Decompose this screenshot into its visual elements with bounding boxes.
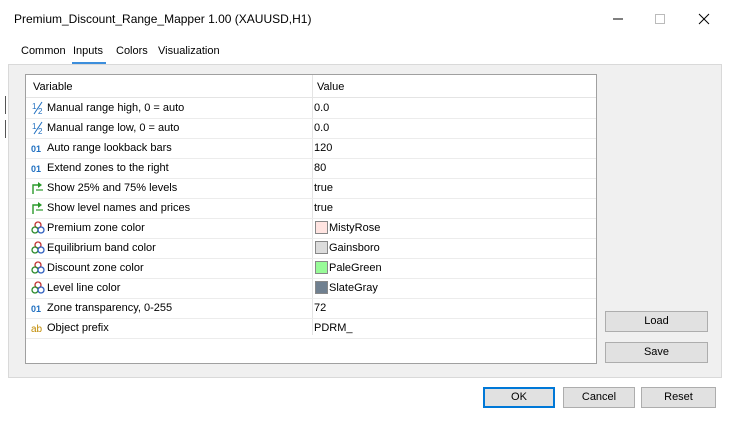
table-row[interactable]: Premium zone color MistyRose [26, 218, 596, 239]
svg-text:1: 1 [32, 102, 37, 111]
tab-bar: Common Inputs Colors Visualization [0, 38, 729, 64]
color-palette-icon [31, 261, 45, 275]
ok-button[interactable]: OK [483, 387, 555, 408]
column-header-value[interactable]: Value [317, 81, 344, 93]
color-swatch[interactable] [315, 261, 328, 274]
column-header-variable[interactable]: Variable [33, 81, 73, 93]
variable-value[interactable]: 72 [314, 302, 326, 314]
tab-common[interactable]: Common [21, 45, 66, 57]
variable-name: Object prefix [47, 322, 109, 334]
minimize-icon [613, 18, 623, 20]
variable-value[interactable]: Gainsboro [329, 242, 380, 254]
cancel-button[interactable]: Cancel [563, 387, 635, 408]
variable-value[interactable]: PaleGreen [329, 262, 382, 274]
svg-text:2: 2 [38, 127, 43, 135]
fraction-icon: 12 [31, 121, 45, 136]
variable-name: Level line color [47, 282, 121, 294]
table-row[interactable]: Equilibrium band color Gainsboro [26, 238, 596, 259]
title-bar: Premium_Discount_Range_Mapper 1.00 (XAUU… [0, 0, 729, 38]
variable-name: Equilibrium band color [47, 242, 156, 254]
integer-icon: 01 [31, 141, 45, 155]
color-palette-icon [31, 281, 45, 295]
variable-value[interactable]: MistyRose [329, 222, 380, 234]
table-header: Variable Value [26, 75, 596, 98]
minimize-button[interactable] [603, 6, 633, 32]
edge-marker [5, 96, 6, 114]
window-title: Premium_Discount_Range_Mapper 1.00 (XAUU… [14, 12, 312, 26]
variable-name: Premium zone color [47, 222, 145, 234]
variable-name: Extend zones to the right [47, 162, 169, 174]
variable-value[interactable]: 80 [314, 162, 326, 174]
svg-text:ab: ab [31, 324, 43, 335]
inputs-table[interactable]: Variable Value 1 2 Manual range high, 0 = … [25, 74, 597, 364]
table-row[interactable]: Level line color SlateGray [26, 278, 596, 299]
svg-text:01: 01 [31, 304, 41, 314]
variable-name: Auto range lookback bars [47, 142, 172, 154]
table-row[interactable]: Discount zone color PaleGreen [26, 258, 596, 279]
variable-name: Discount zone color [47, 262, 144, 274]
reset-button[interactable]: Reset [641, 387, 716, 408]
variable-value[interactable]: PDRM_ [314, 322, 353, 334]
tab-visualization[interactable]: Visualization [158, 45, 220, 57]
color-palette-icon [31, 221, 45, 235]
tab-colors[interactable]: Colors [116, 45, 148, 57]
variable-name: Manual range high, 0 = auto [47, 102, 185, 114]
table-row[interactable]: Show 25% and 75% levels true [26, 178, 596, 199]
tab-inputs[interactable]: Inputs [73, 45, 103, 57]
table-row[interactable]: 1 2 Manual range low, 0 = auto 0.0 [26, 118, 596, 139]
table-row[interactable]: 01 Auto range lookback bars 120 [26, 138, 596, 159]
svg-text:1: 1 [32, 122, 37, 131]
variable-value[interactable]: 0.0 [314, 102, 329, 114]
table-row[interactable]: 01 Zone transparency, 0-255 72 [26, 298, 596, 319]
close-icon [698, 13, 710, 25]
integer-icon: 01 [31, 161, 45, 175]
edge-marker [5, 120, 6, 138]
table-row[interactable]: ab Object prefix PDRM_ [26, 318, 596, 339]
bool-arrow-icon [31, 201, 45, 215]
variable-value[interactable]: 0.0 [314, 122, 329, 134]
variable-value[interactable]: true [314, 202, 333, 214]
load-button[interactable]: Load [605, 311, 708, 332]
variable-name: Zone transparency, 0-255 [47, 302, 173, 314]
table-row[interactable]: 01 Extend zones to the right 80 [26, 158, 596, 179]
bool-arrow-icon [31, 181, 45, 195]
variable-value[interactable]: 120 [314, 142, 332, 154]
color-swatch[interactable] [315, 221, 328, 234]
maximize-button[interactable] [645, 6, 675, 32]
color-palette-icon [31, 241, 45, 255]
table-row[interactable]: Show level names and prices true [26, 198, 596, 219]
table-row[interactable]: 1 2 Manual range high, 0 = auto 0.0 [26, 98, 596, 119]
variable-name: Show 25% and 75% levels [47, 182, 178, 194]
variable-value[interactable]: SlateGray [329, 282, 378, 294]
svg-text:01: 01 [31, 164, 41, 174]
variable-value[interactable]: true [314, 182, 333, 194]
variable-name: Show level names and prices [47, 202, 191, 214]
svg-text:01: 01 [31, 144, 41, 154]
variable-name: Manual range low, 0 = auto [47, 122, 180, 134]
color-swatch[interactable] [315, 241, 328, 254]
color-swatch[interactable] [315, 281, 328, 294]
save-button[interactable]: Save [605, 342, 708, 363]
string-icon: ab [31, 321, 45, 335]
maximize-icon [655, 14, 665, 24]
svg-text:2: 2 [38, 107, 43, 115]
integer-icon: 01 [31, 301, 45, 315]
close-button[interactable] [689, 6, 719, 32]
fraction-icon: 12 [31, 101, 45, 116]
